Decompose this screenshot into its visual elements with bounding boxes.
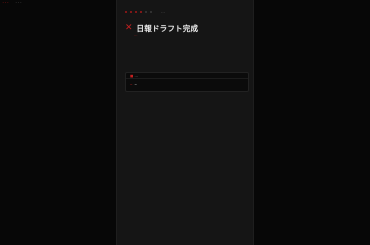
- subtitle: …: [134, 33, 138, 37]
- progress-dot: [140, 10, 142, 13]
- close-icon: ✕: [125, 23, 133, 33]
- background-right: [254, 0, 370, 245]
- page-title: 日報ドラフト完成: [136, 24, 199, 33]
- progress-dot: [125, 10, 127, 13]
- background-left: [0, 0, 116, 245]
- progress-dot: [130, 10, 132, 13]
- progress-dot: [145, 10, 147, 13]
- background-top-text-muted: …: [15, 0, 22, 5]
- main-panel: … ✕ 日報ドラフト完成 … ■ … … …: [116, 0, 254, 245]
- code-block-header-label: …: [134, 74, 138, 78]
- background-top-text-red: …: [2, 0, 9, 5]
- progress-dots: …: [125, 9, 165, 14]
- progress-dot: [150, 10, 152, 13]
- code-line: … …: [126, 79, 248, 88]
- background-top-text: ……: [2, 0, 22, 5]
- code-block: ■ … … …: [125, 72, 249, 92]
- terminal-icon: ■: [130, 74, 134, 78]
- code-command: …: [134, 81, 137, 86]
- progress-dot: [135, 10, 137, 13]
- breadcrumb: …: [161, 9, 165, 14]
- code-prompt: …: [130, 81, 133, 86]
